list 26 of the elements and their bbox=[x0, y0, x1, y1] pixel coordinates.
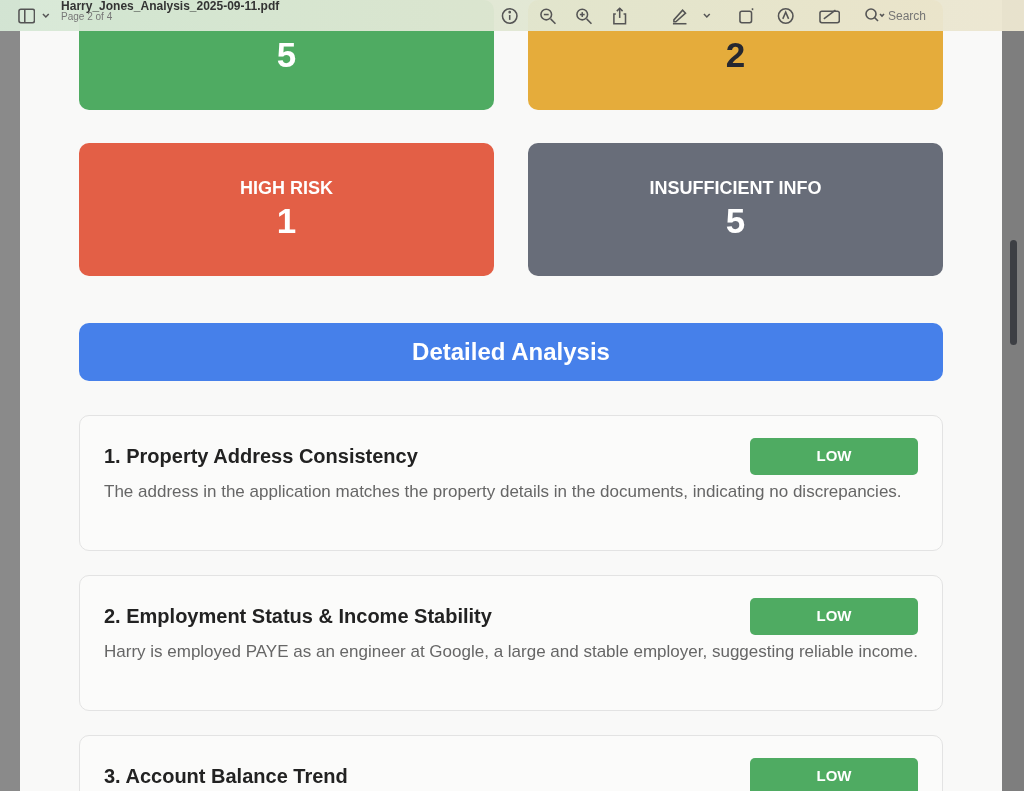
item-description: Harry is employed PAYE as an engineer at Google, a large and stable employer, suggesting reliable income. bbox=[104, 641, 918, 663]
crop-icon[interactable] bbox=[737, 6, 756, 25]
card-label: HIGH RISK bbox=[239, 176, 334, 200]
item-description: The address in the application matches the property details in the documents, indicating no discrepancies. bbox=[104, 481, 903, 503]
zoom-out-icon[interactable] bbox=[538, 6, 557, 25]
pen-icon[interactable] bbox=[670, 6, 689, 25]
item-title: 2. Employment Status & Income Stability bbox=[104, 604, 492, 629]
item-title: 3. Account Balance Trend bbox=[104, 764, 348, 789]
risk-label: LOW bbox=[750, 598, 918, 635]
zoom-in-icon[interactable] bbox=[575, 6, 593, 25]
card-label: INSUFFICIENT INFO bbox=[648, 176, 823, 200]
card-value: 5 bbox=[275, 35, 298, 74]
card-value: 1 bbox=[275, 201, 298, 240]
sidebar-icon[interactable] bbox=[18, 6, 36, 25]
risk-label: LOW bbox=[750, 758, 918, 791]
info-icon[interactable] bbox=[501, 6, 519, 25]
share-icon[interactable] bbox=[611, 6, 629, 25]
risk-label: LOW bbox=[750, 438, 918, 475]
search-field[interactable]: Search bbox=[886, 5, 1006, 26]
markup-icon[interactable] bbox=[777, 6, 795, 25]
item-title: 1. Property Address Consistency bbox=[104, 444, 418, 469]
scrollbar-thumb[interactable] bbox=[1009, 240, 1017, 345]
card-value: 5 bbox=[724, 201, 747, 240]
section-header: Detailed Analysis bbox=[79, 323, 943, 381]
document-title: Harry_Jones_Analysis_2025-09-11.pdf bbox=[61, 0, 280, 12]
card-value: 2 bbox=[724, 35, 747, 74]
